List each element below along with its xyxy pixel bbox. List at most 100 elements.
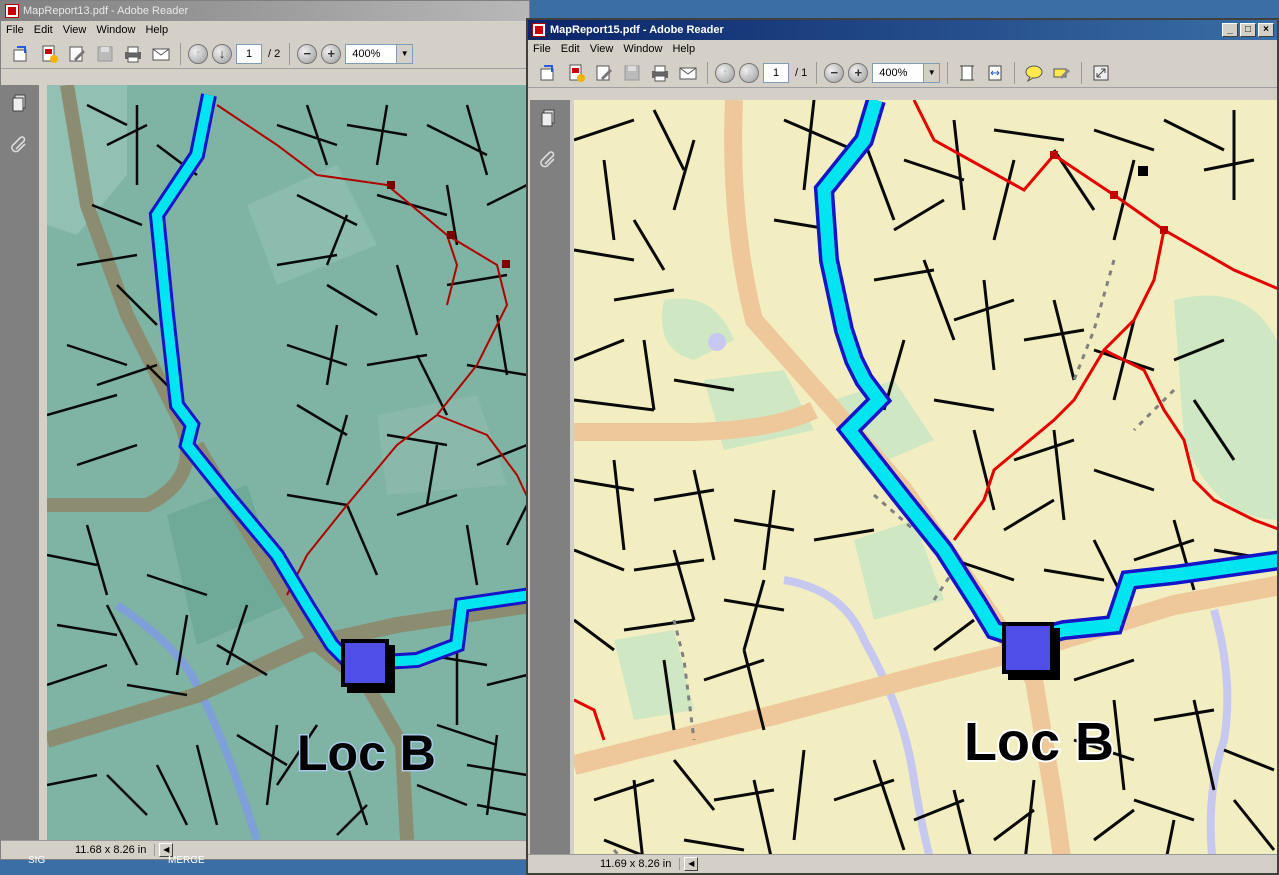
pond (708, 333, 726, 351)
window-title: MapReport15.pdf - Adobe Reader (550, 24, 724, 36)
edit-icon[interactable] (592, 61, 616, 85)
open-icon[interactable] (9, 42, 33, 66)
park-area (614, 630, 694, 720)
boundary-node (1050, 151, 1058, 159)
page-size: 11.69 x 8.26 in (592, 858, 681, 870)
status-bar: 11.68 x 8.26 in ◀ (1, 840, 529, 859)
zoom-in-icon[interactable]: + (321, 43, 342, 64)
junction-node (1138, 166, 1148, 176)
toolbar-separator (289, 42, 291, 65)
zoom-out-icon[interactable]: − (297, 43, 318, 64)
window-title: MapReport13.pdf - Adobe Reader (23, 5, 189, 17)
desktop-strip: SIG MERGE (0, 855, 526, 875)
boundary-node (447, 231, 455, 239)
boundary-line (216, 104, 529, 596)
comment-icon[interactable] (1022, 61, 1046, 85)
page-number-input[interactable]: 1 (236, 43, 262, 64)
page-number-input[interactable]: 1 (763, 62, 789, 83)
previous-page-icon[interactable]: ↑ (715, 62, 735, 83)
page-count: / 1 (795, 66, 808, 79)
toolbar-separator (816, 61, 818, 84)
pdf-file-icon (532, 23, 546, 37)
pdf-file-icon (5, 4, 19, 18)
toolbar-separator (1014, 61, 1016, 84)
save-icon[interactable] (93, 42, 117, 66)
desktop-icon-label-sig[interactable]: SIG (28, 855, 45, 866)
title-bar[interactable]: MapReport15.pdf - Adobe Reader _ □ × (528, 20, 1277, 40)
fit-page-icon[interactable] (955, 61, 979, 85)
email-icon[interactable] (676, 61, 700, 85)
edit-icon[interactable] (65, 42, 89, 66)
zoom-level-field[interactable]: 400% (345, 43, 398, 64)
zoom-dropdown-icon[interactable]: ▼ (924, 62, 941, 83)
menu-edit[interactable]: Edit (29, 24, 58, 36)
location-marker (1002, 622, 1054, 674)
boundary-node (1160, 226, 1168, 234)
zoom-out-icon[interactable]: − (824, 62, 845, 83)
scroll-left-icon[interactable]: ◀ (684, 857, 699, 871)
fit-width-icon[interactable] (983, 61, 1007, 85)
minimize-button[interactable]: _ (1222, 23, 1238, 37)
full-screen-icon[interactable] (1089, 61, 1113, 85)
zoom-dropdown-icon[interactable]: ▼ (397, 43, 414, 64)
window-controls: _ □ × (1222, 23, 1277, 37)
toolbar-separator (947, 61, 949, 84)
boundary-node (1110, 191, 1118, 199)
save-icon[interactable] (620, 61, 644, 85)
menu-bar: File Edit View Window Help (528, 40, 1277, 58)
menu-help[interactable]: Help (140, 24, 173, 36)
park-area (247, 165, 377, 285)
menu-file[interactable]: File (1, 24, 29, 36)
maximize-button[interactable]: □ (1240, 23, 1256, 37)
next-page-icon[interactable]: ↓ (739, 62, 759, 83)
toolbar-separator (1081, 61, 1083, 84)
highlight-icon[interactable] (1050, 61, 1074, 85)
menu-window[interactable]: Window (91, 24, 140, 36)
page-count: / 2 (268, 47, 281, 60)
toolbar-separator (707, 61, 708, 84)
location-label: Loc B (297, 725, 436, 781)
map-canvas: Loc B (574, 100, 1277, 872)
next-page-icon[interactable]: ↓ (212, 43, 232, 64)
attachments-panel-icon[interactable] (10, 133, 30, 153)
background-reader-window[interactable]: MapReport13.pdf - Adobe Reader File Edit… (0, 0, 530, 860)
zoom-level-field[interactable]: 400% (872, 62, 925, 83)
menu-edit[interactable]: Edit (556, 43, 585, 55)
menu-help[interactable]: Help (667, 43, 700, 55)
boundary-node (502, 260, 510, 268)
close-button[interactable]: × (1258, 23, 1274, 37)
create-pdf-icon[interactable] (37, 42, 61, 66)
stream (783, 576, 938, 872)
zoom-in-icon[interactable]: + (848, 62, 869, 83)
print-icon[interactable] (648, 61, 672, 85)
park-area (1174, 295, 1277, 520)
attachments-panel-icon[interactable] (539, 148, 559, 168)
map-view[interactable]: Loc B (574, 100, 1277, 872)
menu-bar: File Edit View Window Help (1, 21, 529, 39)
menu-view[interactable]: View (585, 43, 619, 55)
navigation-pane (530, 100, 570, 872)
toolbar: ↑ ↓ 1 / 1 − + 400% ▼ (528, 58, 1277, 88)
boundary-node (387, 181, 395, 189)
toolbar-separator (180, 42, 181, 65)
stream (1206, 608, 1232, 872)
navigation-pane (1, 85, 39, 840)
menu-view[interactable]: View (58, 24, 92, 36)
pages-panel-icon[interactable] (539, 108, 559, 128)
map-view[interactable]: Loc B (47, 85, 529, 840)
status-bar: 11.69 x 8.26 in ◀ (528, 854, 1277, 873)
email-icon[interactable] (149, 42, 173, 66)
active-reader-window[interactable]: MapReport15.pdf - Adobe Reader _ □ × Fil… (526, 18, 1279, 875)
desktop-icon-label-merge[interactable]: MERGE (168, 855, 205, 866)
previous-page-icon[interactable]: ↑ (188, 43, 208, 64)
park-area (662, 298, 734, 360)
print-icon[interactable] (121, 42, 145, 66)
create-pdf-icon[interactable] (564, 61, 588, 85)
menu-window[interactable]: Window (618, 43, 667, 55)
open-icon[interactable] (536, 61, 560, 85)
street-network (574, 100, 1276, 871)
menu-file[interactable]: File (528, 43, 556, 55)
title-bar[interactable]: MapReport13.pdf - Adobe Reader (1, 1, 529, 21)
page-size: 11.68 x 8.26 in (67, 844, 156, 856)
pages-panel-icon[interactable] (10, 93, 30, 113)
